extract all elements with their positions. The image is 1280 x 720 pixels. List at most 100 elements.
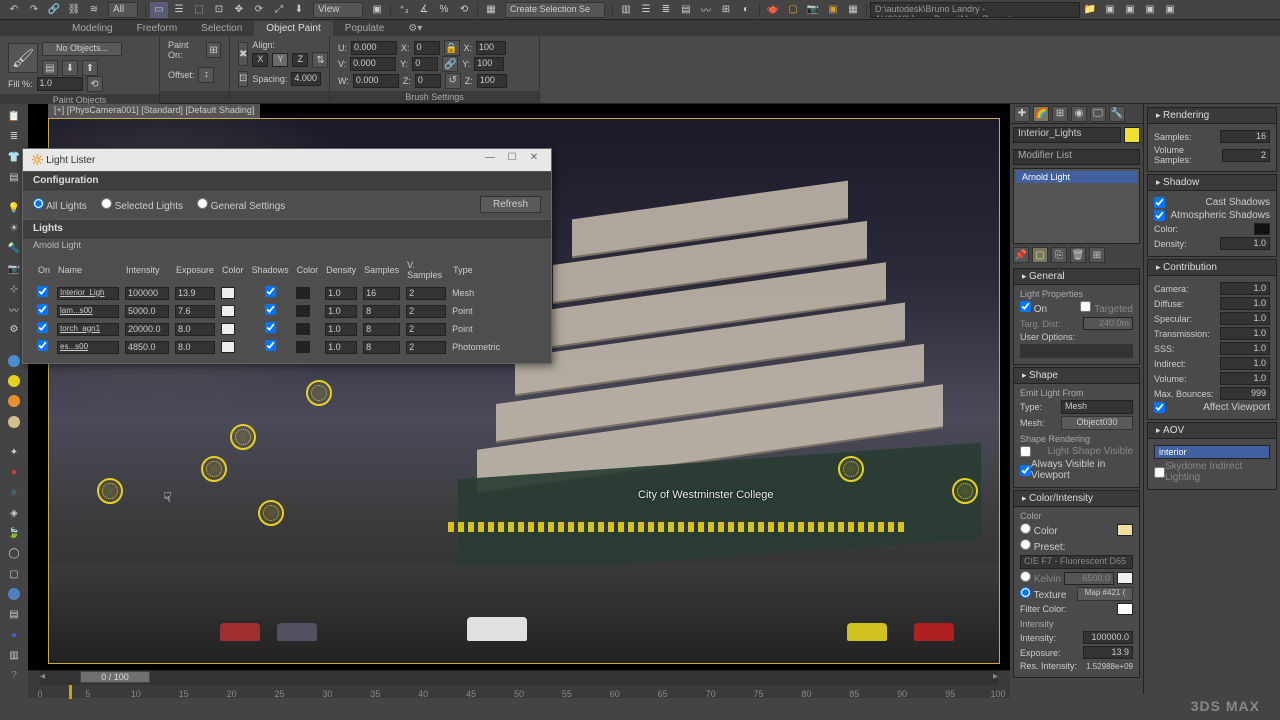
brush-paint-icon[interactable]: 🖌 (8, 43, 38, 73)
tab-modeling[interactable]: Modeling (60, 21, 125, 36)
angle-snap-icon[interactable]: ∡ (415, 2, 433, 18)
scale-icon[interactable]: ⤢ (270, 2, 288, 18)
light-gizmo[interactable] (952, 478, 978, 504)
move-icon[interactable]: ✥ (230, 2, 248, 18)
on-checkbox[interactable]: On (1020, 301, 1047, 315)
fill-spinner[interactable]: 1.0 (37, 77, 83, 91)
kelvin-radio[interactable]: Kelvin (1020, 571, 1061, 585)
select-icon[interactable]: ▭ (150, 2, 168, 18)
light-name-field[interactable]: Interior_Ligh (57, 287, 119, 300)
light-on-checkbox[interactable] (37, 304, 48, 315)
sx-spinner[interactable]: 100 (476, 41, 506, 55)
spacing-icon[interactable]: ⊡ (238, 71, 248, 87)
kelvin-swatch[interactable] (1117, 572, 1133, 584)
shadow-color-swatch[interactable] (1254, 223, 1270, 235)
redo-icon[interactable]: ↷ (25, 2, 43, 18)
autoback-icon-2[interactable]: ▣ (1121, 2, 1139, 18)
align-x-button[interactable]: X (252, 53, 268, 67)
render-setup-icon[interactable]: 🫖 (764, 2, 782, 18)
light-intensity-field[interactable]: 100000 (125, 287, 169, 300)
modify-tab-icon[interactable]: 🌈 (1033, 106, 1049, 122)
bind-icon[interactable]: ≋ (85, 2, 103, 18)
save-icon[interactable]: ⬆ (82, 60, 98, 76)
light-gizmo[interactable] (306, 380, 332, 406)
light-vsamples-field[interactable]: 2 (406, 341, 446, 354)
light-samples-field[interactable]: 16 (363, 287, 400, 300)
type-dropdown[interactable]: Mesh (1061, 400, 1133, 414)
light-density-field[interactable]: 1.0 (325, 323, 357, 336)
helper-icon[interactable]: ⊹ (4, 281, 24, 298)
slider-right-arrow[interactable]: ▸ (993, 671, 998, 682)
light-shadow-color-swatch[interactable] (296, 287, 310, 299)
radio-all-lights[interactable]: All Lights (33, 198, 87, 212)
configure-icon[interactable]: ⊞ (1089, 247, 1105, 263)
select-name-icon[interactable]: ☰ (170, 2, 188, 18)
sz-spinner[interactable]: 100 (477, 74, 507, 88)
brush-settings-footer[interactable]: Brush Settings (330, 91, 539, 103)
paint-on-icon[interactable]: ⊞ (206, 42, 221, 58)
transmission-contrib-field[interactable]: 1.0 (1220, 327, 1270, 340)
rollout-general[interactable]: ▸ General (1013, 268, 1140, 285)
camera-contrib-field[interactable]: 1.0 (1220, 282, 1270, 295)
selection-set-icon[interactable]: ▦ (482, 2, 500, 18)
undo-icon[interactable]: ↶ (5, 2, 23, 18)
selection-set-dropdown[interactable]: Create Selection Se (505, 2, 605, 18)
rx-spinner[interactable]: 0 (414, 41, 440, 55)
lights-header[interactable]: Lights (23, 219, 551, 238)
refresh-button[interactable]: Refresh (480, 196, 541, 213)
light-density-field[interactable]: 1.0 (325, 341, 357, 354)
fill-lock-icon[interactable]: ⟲ (87, 76, 103, 92)
pivot-icon[interactable]: ▣ (368, 2, 386, 18)
tool-h-icon[interactable]: ▤ (4, 606, 24, 623)
toggle-ribbon-icon[interactable]: ▤ (677, 2, 695, 18)
motion-tab-icon[interactable]: ◉ (1071, 106, 1087, 122)
tool-b-icon[interactable]: ● (4, 464, 24, 481)
v-spinner[interactable]: 0.000 (350, 57, 396, 71)
load-icon[interactable]: ⬇ (62, 60, 78, 76)
rollout-shape[interactable]: ▸ Shape (1013, 367, 1140, 384)
tool-c-icon[interactable]: ✧ (4, 485, 24, 502)
make-unique-icon[interactable]: ⎘ (1051, 247, 1067, 263)
no-objects-button[interactable]: No Objects... (42, 42, 122, 56)
dialog-titlebar[interactable]: 🔆 Light Lister — ☐ ✕ (23, 149, 551, 171)
light-shadow-checkbox[interactable] (265, 304, 276, 315)
dialog-close-icon[interactable]: ✕ (525, 152, 543, 168)
light-name-field[interactable]: lam...s00 (57, 305, 119, 318)
targeted-checkbox[interactable]: Targeted (1080, 301, 1133, 315)
light-samples-field[interactable]: 8 (363, 323, 400, 336)
radio-selected-lights[interactable]: Selected Lights (101, 198, 183, 212)
spinner-snap-icon[interactable]: ⟲ (455, 2, 473, 18)
tab-object-paint[interactable]: Object Paint (254, 21, 332, 36)
erase-icon[interactable]: ✖ (238, 42, 248, 66)
scene-explorer-icon[interactable]: 📋 (4, 108, 24, 125)
cast-shadows-checkbox[interactable]: Cast Shadows (1154, 197, 1270, 208)
tool-a-icon[interactable]: ✦ (4, 444, 24, 461)
link-scale-icon[interactable]: 🔗 (442, 56, 458, 72)
light-density-field[interactable]: 1.0 (325, 287, 357, 300)
rz-spinner[interactable]: 0 (415, 74, 441, 88)
ribbon-toggle-icon[interactable]: ▤ (4, 169, 24, 186)
specular-contrib-field[interactable]: 1.0 (1220, 312, 1270, 325)
mesh-pick-button[interactable]: Object030 (1061, 416, 1133, 430)
tab-freeform[interactable]: Freeform (125, 21, 190, 36)
snap-icon[interactable]: ⁺₃ (395, 2, 413, 18)
exposure-field[interactable]: 13.9 (1083, 646, 1133, 659)
sphere-orange-icon[interactable] (4, 393, 24, 410)
create-light-icon[interactable]: 💡 (4, 200, 24, 217)
spacewarp-icon[interactable]: 〰 (4, 301, 24, 318)
indirect-contrib-field[interactable]: 1.0 (1220, 357, 1270, 370)
hierarchy-tab-icon[interactable]: ⊞ (1052, 106, 1068, 122)
camera-icon[interactable]: 📷 (4, 261, 24, 278)
light-vsamples-field[interactable]: 2 (406, 287, 446, 300)
spot-icon[interactable]: 🔦 (4, 240, 24, 257)
filter-dropdown[interactable]: All (108, 2, 138, 18)
light-intensity-field[interactable]: 20000.0 (125, 323, 169, 336)
vol-samples-field[interactable]: 2 (1222, 149, 1270, 162)
light-intensity-field[interactable]: 5000.0 (125, 305, 169, 318)
sss-contrib-field[interactable]: 1.0 (1220, 342, 1270, 355)
rollout-shadow[interactable]: ▸ Shadow (1147, 174, 1277, 191)
display-tab-icon[interactable]: 🖵 (1090, 106, 1106, 122)
light-samples-field[interactable]: 8 (363, 305, 400, 318)
light-gizmo[interactable] (97, 478, 123, 504)
sphere-blue-icon[interactable] (4, 352, 24, 369)
